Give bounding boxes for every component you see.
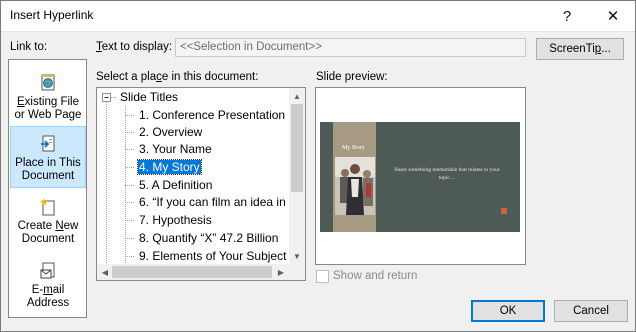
scrollbar-corner <box>289 264 305 280</box>
tree-item[interactable]: 1. Conference Presentation <box>138 107 286 124</box>
slide-marker <box>501 208 507 214</box>
sidebar-item-email-line2: Address <box>26 297 70 309</box>
tree-item[interactable]: 9. Elements of Your Subject <box>138 248 287 265</box>
scroll-right-icon[interactable]: ▶ <box>273 264 289 280</box>
new-document-icon <box>39 198 57 216</box>
sidebar-item-existing-file-line1: Existing File <box>17 96 79 108</box>
title-bar <box>0 0 636 32</box>
close-button[interactable]: ✕ <box>590 0 636 32</box>
tree-root[interactable]: Slide Titles <box>119 89 179 106</box>
tree-item[interactable]: 2. Overview <box>138 124 203 141</box>
close-icon: ✕ <box>606 8 620 25</box>
text-to-display-field[interactable]: <<Selection in Document>> <box>175 38 526 57</box>
horizontal-scroll-thumb[interactable] <box>112 266 272 278</box>
tree-item-selected[interactable]: 4. My Story <box>137 159 202 176</box>
sidebar-item-create-new[interactable]: Create New Document <box>10 190 86 252</box>
vertical-scroll-thumb[interactable] <box>291 104 303 192</box>
tree-item[interactable]: 3. Your Name <box>138 141 213 158</box>
select-place-label: Select a place in this document: <box>96 71 259 83</box>
slide-title-text: My Story <box>342 145 365 151</box>
tree-item[interactable]: 6. “If you can film an idea in y <box>138 194 296 211</box>
sidebar-item-existing-file-line2: or Web Page <box>14 109 82 121</box>
cancel-button[interactable]: Cancel <box>554 300 628 322</box>
sidebar-item-create-new-line1: Create New <box>17 220 79 232</box>
document-places-tree[interactable]: Slide Titles 1. Conference Presentation … <box>96 87 306 281</box>
show-and-return-label: Show and return <box>333 270 418 282</box>
sidebar-item-place-in-document[interactable]: Place in This Document <box>10 126 86 188</box>
help-button[interactable]: ? <box>544 0 590 32</box>
slide-body-text: Share something memorable that relates t… <box>394 167 500 181</box>
tree-item[interactable]: 8. Quantify “X” 47.2 Billion <box>138 230 279 247</box>
show-and-return-checkbox[interactable] <box>316 270 329 283</box>
web-page-icon <box>39 74 57 92</box>
screentip-button[interactable]: ScreenTi p... <box>536 38 624 60</box>
link-to-sidebar: Existing File or Web Page Place in This … <box>8 59 87 318</box>
sidebar-item-place-line1: Place in This <box>15 157 81 169</box>
slide-preview-label: Slide preview: <box>316 71 388 83</box>
tree-item[interactable]: 7. Hypothesis <box>138 212 213 229</box>
scroll-down-icon[interactable]: ▼ <box>289 248 305 264</box>
scroll-up-icon[interactable]: ▲ <box>289 88 305 104</box>
scroll-left-icon[interactable]: ◀ <box>97 264 113 280</box>
place-in-document-icon <box>39 135 57 153</box>
sidebar-item-email-line1: E-mail <box>31 284 65 296</box>
dialog-title: Insert Hyperlink <box>10 8 94 22</box>
email-icon <box>39 262 57 280</box>
sidebar-item-create-new-line2: Document <box>21 233 75 245</box>
sidebar-item-place-line2: Document <box>21 170 75 182</box>
sidebar-item-email[interactable]: E-mail Address <box>10 254 86 316</box>
ok-button[interactable]: OK <box>471 300 545 322</box>
slide-photo <box>335 157 375 215</box>
text-to-display-label: Text to display: <box>96 41 172 53</box>
sidebar-item-existing-file[interactable]: Existing File or Web Page <box>10 66 86 126</box>
link-to-label: Link to: <box>10 41 48 53</box>
slide-thumbnail: My Story Share something memorable that … <box>320 122 520 232</box>
text-to-display-label-text: ext to display: <box>101 41 173 53</box>
tree-item[interactable]: 5. A Definition <box>138 177 213 194</box>
